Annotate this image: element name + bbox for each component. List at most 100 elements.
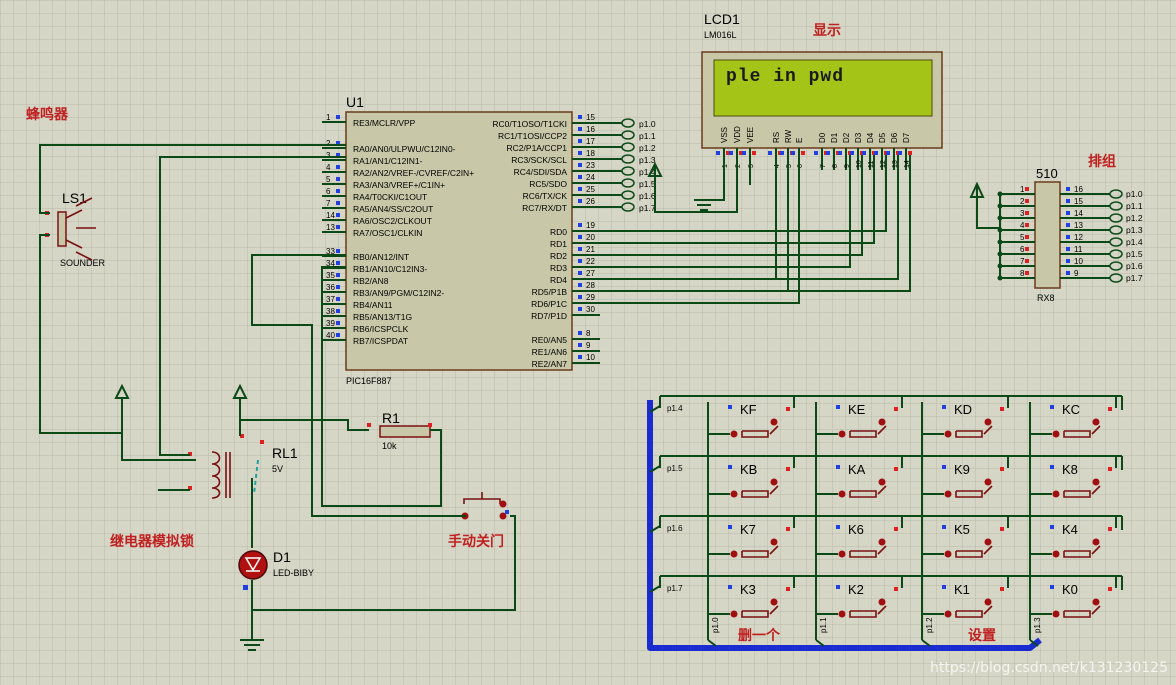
mcu-pin-marker bbox=[336, 309, 340, 313]
keypad-key-label: K4 bbox=[1062, 522, 1078, 537]
mcu-pin-name: RB0/AN12/INT bbox=[353, 252, 409, 262]
keypad-key-contact bbox=[1092, 598, 1100, 606]
mcu-pin-number: 28 bbox=[586, 281, 595, 290]
mcu-pin-marker bbox=[578, 115, 582, 119]
keypad-key-contact bbox=[878, 478, 886, 486]
net-label: p1.3 bbox=[639, 155, 656, 165]
mcu-pin-number: 15 bbox=[586, 113, 595, 122]
keypad-key-pin bbox=[1108, 587, 1112, 591]
lcd-ref: LCD1 bbox=[704, 11, 740, 27]
keypad-col-net: p1.0 bbox=[711, 617, 720, 633]
mcu-pin-number: 3 bbox=[326, 151, 331, 160]
keypad-key-contact bbox=[838, 550, 846, 558]
mcu-pin-number: 13 bbox=[326, 223, 335, 232]
keypad-key-contact bbox=[1092, 418, 1100, 426]
keypad-key-pin bbox=[1108, 527, 1112, 531]
mcu-pin-marker bbox=[578, 223, 582, 227]
lcd-pin-marker bbox=[780, 151, 784, 155]
mcu-pin-marker bbox=[336, 273, 340, 277]
keypad-key-pin bbox=[728, 585, 732, 589]
speaker-icon bbox=[57, 211, 67, 247]
keypad-key-pin bbox=[894, 407, 898, 411]
mcu-pin-name: RC0/T1OSO/T1CKI bbox=[492, 119, 567, 129]
keypad-key-contact bbox=[1052, 610, 1060, 618]
keypad-key-pin bbox=[1050, 585, 1054, 589]
mcu-pin-marker bbox=[336, 177, 340, 181]
mcu-pin-marker bbox=[578, 163, 582, 167]
rpack-pin-marker bbox=[1066, 271, 1070, 275]
rpack-pin-number: 3 bbox=[1020, 209, 1025, 218]
keypad-key-label: K3 bbox=[740, 582, 756, 597]
mcu-pin-marker bbox=[578, 259, 582, 263]
lcd-pin-name: D4 bbox=[866, 132, 875, 143]
r1-value: 10k bbox=[382, 441, 397, 451]
mcu-pin-number: 29 bbox=[586, 293, 595, 302]
mcu-pin-name: RC4/SDI/SDA bbox=[514, 167, 568, 177]
keypad-row-net: p1.5 bbox=[667, 464, 683, 473]
lcd-part: LM016L bbox=[704, 30, 737, 40]
mcu-pin-marker bbox=[578, 355, 582, 359]
keypad-key-pin bbox=[942, 525, 946, 529]
keypad-key-pin bbox=[786, 407, 790, 411]
keypad-key-label: K7 bbox=[740, 522, 756, 537]
mcu-pin-name: RD0 bbox=[550, 227, 567, 237]
keypad-key-pin bbox=[1050, 465, 1054, 469]
keypad-key-label: K1 bbox=[954, 582, 970, 597]
mcu-pin-number: 9 bbox=[586, 341, 591, 350]
keypad-key-pin bbox=[728, 405, 732, 409]
buzzer-ref: LS1 bbox=[62, 190, 87, 206]
keypad-key-pin bbox=[942, 585, 946, 589]
rpack-pin-number: 5 bbox=[1020, 233, 1025, 242]
mcu-pin-name: RA6/OSC2/CLKOUT bbox=[353, 216, 432, 226]
keypad-key-contact bbox=[838, 430, 846, 438]
keypad-key-label: K8 bbox=[1062, 462, 1078, 477]
lcd-pin-marker bbox=[908, 151, 912, 155]
net-label: p1.5 bbox=[639, 179, 656, 189]
keypad-key-label: KC bbox=[1062, 402, 1080, 417]
keypad-key-contact bbox=[730, 550, 738, 558]
rpack-pin-marker bbox=[1025, 211, 1029, 215]
net-label: p1.6 bbox=[639, 191, 656, 201]
keypad-key-pin bbox=[1050, 525, 1054, 529]
keypad-key-pin bbox=[836, 525, 840, 529]
mcu-pin-marker bbox=[578, 187, 582, 191]
mcu-pin-name: RB3/AN9/PGM/C12IN2- bbox=[353, 288, 444, 298]
mcu-pin-name: RC6/TX/CK bbox=[523, 191, 568, 201]
keypad-key-contact bbox=[770, 418, 778, 426]
mcu-pin-name: RA7/OSC1/CLKIN bbox=[353, 228, 422, 238]
rpack-pin-number: 1 bbox=[1020, 185, 1025, 194]
keypad-key-pin bbox=[786, 587, 790, 591]
mcu-pin-number: 8 bbox=[586, 329, 591, 338]
rpack-pin-number: 13 bbox=[1074, 221, 1083, 230]
keypad-key-contact bbox=[944, 550, 952, 558]
lcd-pin-name: RS bbox=[772, 132, 781, 143]
mcu-pin-number: 7 bbox=[326, 199, 331, 208]
relay-annotation: 继电器模拟锁 bbox=[110, 533, 194, 550]
mcu-pin-name: RA0/AN0/ULPWU/C12IN0- bbox=[353, 144, 456, 154]
rpack-part: RX8 bbox=[1037, 293, 1055, 303]
lcd-pin-name: D5 bbox=[878, 132, 887, 143]
rpack-pin-marker bbox=[1025, 199, 1029, 203]
keypad-key-contact bbox=[1052, 430, 1060, 438]
keypad-key-label: K2 bbox=[848, 582, 864, 597]
keypad-key-contact bbox=[984, 598, 992, 606]
mcu-pin-name: RD6/P1C bbox=[531, 299, 567, 309]
keypad-key-contact bbox=[878, 538, 886, 546]
rpack-pin-number: 14 bbox=[1074, 209, 1083, 218]
mcu-pin-marker bbox=[336, 165, 340, 169]
lcd-pin-name: D1 bbox=[830, 132, 839, 143]
lcd-pin-marker bbox=[886, 151, 890, 155]
rpack-pin-number: 7 bbox=[1020, 257, 1025, 266]
mcu-pin-number: 17 bbox=[586, 137, 595, 146]
keypad-key-contact bbox=[878, 418, 886, 426]
mcu-pin-marker bbox=[578, 271, 582, 275]
keypad-col-net: p1.2 bbox=[925, 617, 934, 633]
lcd-pin-number: 8 bbox=[832, 164, 839, 168]
mcu-pin-name: RC5/SDO bbox=[529, 179, 567, 189]
rpack-pin-marker bbox=[1025, 247, 1029, 251]
rpack-pin-marker bbox=[1066, 223, 1070, 227]
mcu-pin-marker bbox=[578, 283, 582, 287]
mcu-pin-number: 21 bbox=[586, 245, 595, 254]
lcd-pin-marker bbox=[768, 151, 772, 155]
lcd-pin-marker bbox=[752, 151, 756, 155]
